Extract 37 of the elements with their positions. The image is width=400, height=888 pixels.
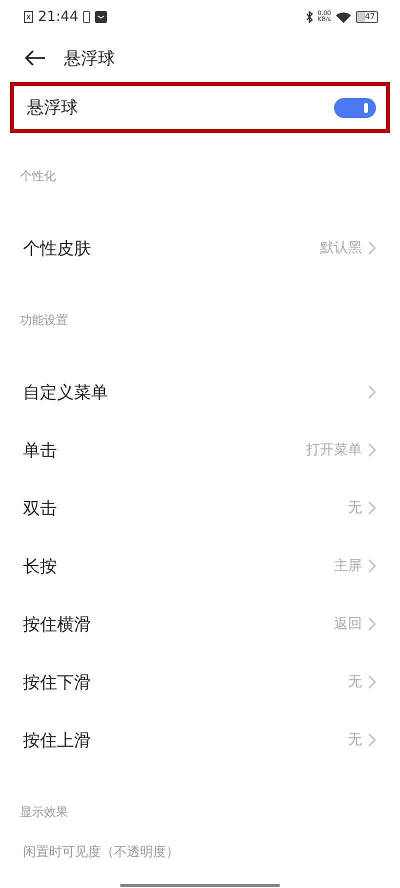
chevron-icon bbox=[368, 501, 376, 515]
setting-value: 无 bbox=[348, 499, 362, 517]
setting-label[interactable]: 双击 bbox=[23, 496, 57, 520]
chevron-icon bbox=[368, 675, 376, 689]
section-title: 个性化 bbox=[20, 168, 56, 184]
toggle-switch[interactable] bbox=[334, 98, 376, 118]
chevron-icon bbox=[368, 559, 376, 573]
section-title: 显示效果 bbox=[20, 804, 68, 820]
setting-value: 默认黑 bbox=[320, 239, 362, 257]
setting-value: 主屏 bbox=[334, 557, 362, 575]
setting-value: 无 bbox=[348, 673, 362, 691]
sim-icon bbox=[24, 11, 33, 23]
setting-label[interactable]: 按住上滑 bbox=[23, 728, 91, 752]
battery-icon: 47 bbox=[356, 11, 378, 23]
section-title: 功能设置 bbox=[20, 312, 68, 328]
page-title: 悬浮球 bbox=[64, 48, 115, 70]
mail-icon bbox=[95, 11, 108, 23]
setting-label[interactable]: 按住下滑 bbox=[23, 670, 91, 694]
setting-value: 返回 bbox=[334, 615, 362, 633]
bluetooth-icon bbox=[306, 11, 313, 23]
setting-value: 打开菜单 bbox=[306, 441, 362, 459]
chevron-icon bbox=[368, 617, 376, 631]
chevron-icon bbox=[368, 385, 376, 399]
setting-label[interactable]: 自定义菜单 bbox=[23, 380, 108, 404]
clock: 21:44 bbox=[38, 9, 78, 25]
setting-label[interactable]: 单击 bbox=[23, 438, 57, 462]
setting-label: 悬浮球 bbox=[27, 97, 78, 119]
setting-label[interactable]: 长按 bbox=[23, 554, 57, 578]
setting-label[interactable]: 按住横滑 bbox=[23, 612, 91, 636]
setting-value: 无 bbox=[348, 731, 362, 749]
chevron-icon bbox=[368, 733, 376, 747]
chevron-icon bbox=[368, 443, 376, 457]
setting-label[interactable]: 个性皮肤 bbox=[23, 236, 91, 260]
wifi-icon bbox=[336, 12, 351, 22]
back-button[interactable] bbox=[24, 50, 46, 66]
phone-icon bbox=[83, 11, 90, 23]
chevron-icon bbox=[368, 241, 376, 255]
